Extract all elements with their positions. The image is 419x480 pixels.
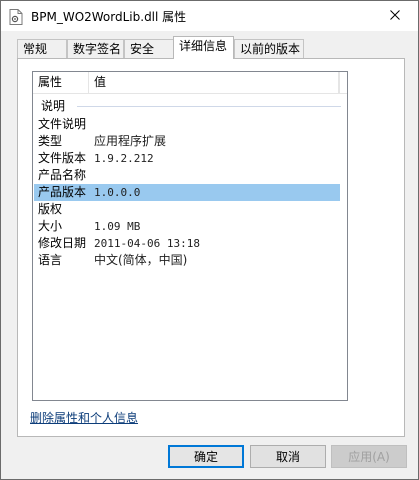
ok-button-label: 确定 [193,450,218,464]
tab-label: 详细信息 [179,39,228,53]
properties-dialog: BPM_WO2WordLib.dll 属性 常规 数字签名 安全 详细信息 以前… [0,0,419,480]
close-button[interactable] [372,1,418,31]
property-name: 类型 [38,134,63,148]
property-name: 产品版本 [38,185,87,199]
tab-general[interactable]: 常规 [17,39,67,58]
title-bar: BPM_WO2WordLib.dll 属性 [1,1,418,31]
ok-button[interactable]: 确定 [168,445,244,468]
property-value: 应用程序扩展 [94,134,167,148]
column-header-value[interactable]: 值 [89,72,339,93]
close-icon [390,9,400,23]
list-header: 属性 值 [33,72,347,94]
details-list[interactable]: 属性 值 说明 文件说明 类型 应用程序扩展 文件版本 1.9.2.212 产品… [32,71,348,401]
list-item[interactable]: 产品名称 [34,167,340,184]
apply-button-label: 应用(A) [348,450,390,464]
property-value: 中文(简体，中国) [94,253,188,267]
list-item[interactable]: 类型 应用程序扩展 [34,133,340,150]
column-header-label: 属性 [38,75,63,89]
list-item[interactable]: 大小 1.09 MB [34,218,340,235]
cancel-button[interactable]: 取消 [250,445,326,468]
list-item[interactable]: 版权 [34,201,340,218]
cancel-button-label: 取消 [275,450,300,464]
tab-digital-signatures[interactable]: 数字签名 [67,39,124,58]
tab-label: 以前的版本 [240,42,301,56]
property-value: 1.09 MB [94,220,141,233]
property-name: 大小 [38,219,63,233]
column-header-property[interactable]: 属性 [33,72,89,93]
header-scroll-area [339,72,347,94]
apply-button[interactable]: 应用(A) [331,445,407,468]
details-panel: 属性 值 说明 文件说明 类型 应用程序扩展 文件版本 1.9.2.212 产品… [17,58,405,437]
property-value: 2011-04-06 13:18 [94,237,200,250]
tab-details[interactable]: 详细信息 [173,36,234,59]
dll-file-icon [9,9,23,25]
group-header-label: 说明 [41,99,72,113]
property-value: 1.0.0.0 [94,186,141,199]
group-divider [77,106,341,107]
column-header-label: 值 [94,75,107,89]
property-name: 文件说明 [38,117,87,131]
remove-properties-link[interactable]: 删除属性和个人信息 [30,409,138,426]
property-name: 产品名称 [38,168,87,182]
property-name: 修改日期 [38,236,87,250]
tab-security[interactable]: 安全 [124,39,174,58]
property-name: 语言 [38,253,63,267]
tab-label: 安全 [130,42,155,56]
list-item[interactable]: 文件说明 [34,116,340,133]
tab-previous-versions[interactable]: 以前的版本 [234,39,304,58]
tab-label: 常规 [23,42,48,56]
property-name: 版权 [38,202,63,216]
group-header-description: 说明 [41,99,341,113]
window-title: BPM_WO2WordLib.dll 属性 [31,10,187,24]
list-item-selected[interactable]: 产品版本 1.0.0.0 [34,184,340,201]
list-item[interactable]: 语言 中文(简体，中国) [34,252,340,269]
property-value: 1.9.2.212 [94,152,154,165]
property-name: 文件版本 [38,151,87,165]
tab-label: 数字签名 [73,42,122,56]
list-item[interactable]: 文件版本 1.9.2.212 [34,150,340,167]
list-item[interactable]: 修改日期 2011-04-06 13:18 [34,235,340,252]
